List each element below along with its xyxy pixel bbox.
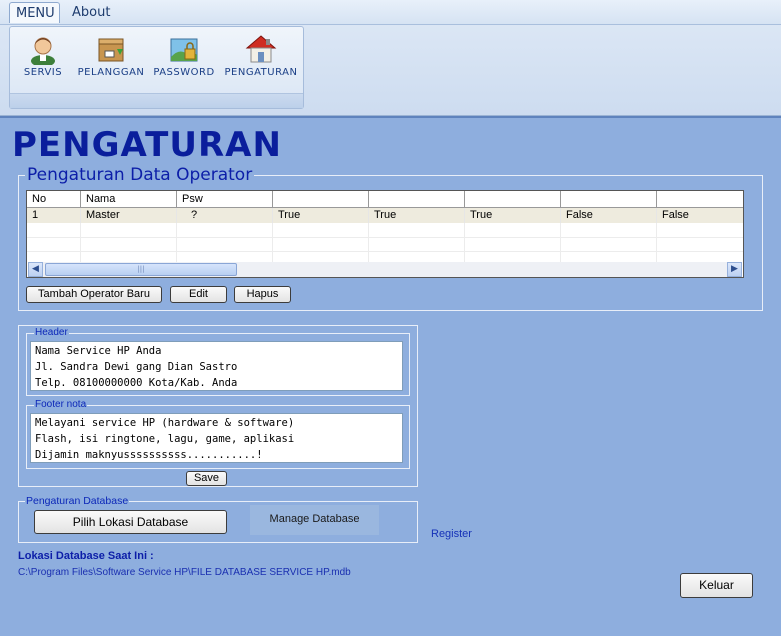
footer-textarea[interactable]: Melayani service HP (hardware & software…: [30, 413, 403, 463]
ribbon-group: SERVIS PELANGGAN PASSWORD PENGATURAN: [9, 26, 304, 109]
grid-header-col5[interactable]: [369, 191, 465, 208]
tab-menu[interactable]: MENU: [9, 2, 60, 23]
pengaturan-button[interactable]: PENGATURAN: [223, 33, 299, 83]
grid-cell: 1: [27, 208, 81, 223]
table-row[interactable]: 1 Master ? True True True False False: [27, 208, 743, 223]
scroll-left-icon[interactable]: ◀: [28, 262, 43, 277]
password-icon: [168, 33, 200, 65]
exit-button[interactable]: Keluar: [680, 573, 753, 598]
password-label: PASSWORD: [153, 67, 215, 78]
grid-cell: True: [273, 208, 369, 223]
grid-header-col7[interactable]: [561, 191, 657, 208]
footer-line: Dijamin maknyussssssssss...........!: [35, 449, 263, 461]
register-link[interactable]: Register: [431, 528, 472, 540]
grid-vline: [656, 223, 657, 262]
footer-line: Flash, isi ringtone, lagu, game, aplikas…: [35, 433, 295, 445]
edit-button[interactable]: Edit: [170, 286, 227, 303]
horizontal-scrollbar[interactable]: ◀ ||| ▶: [28, 262, 742, 277]
ribbon-tab-bar: [0, 0, 781, 25]
grid-cell: Master: [81, 208, 177, 223]
choose-database-button[interactable]: Pilih Lokasi Database: [34, 510, 227, 534]
grid-header-col8[interactable]: [657, 191, 743, 208]
page-title: PENGATURAN: [12, 125, 282, 165]
pelanggan-button[interactable]: PELANGGAN: [76, 33, 146, 83]
password-button[interactable]: PASSWORD: [153, 33, 215, 83]
manage-database-button[interactable]: Manage Database: [250, 505, 379, 535]
delete-button[interactable]: Hapus: [234, 286, 291, 303]
header-line: Nama Service HP Anda: [35, 345, 162, 357]
save-button[interactable]: Save: [186, 471, 227, 486]
operator-grid[interactable]: No Nama Psw 1 Master ? True True True Fa…: [26, 190, 744, 278]
header-legend: Header: [34, 327, 69, 338]
scroll-thumb[interactable]: |||: [45, 263, 237, 276]
grid-vline: [272, 223, 273, 262]
add-operator-button[interactable]: Tambah Operator Baru: [26, 286, 162, 303]
grid-header-col6[interactable]: [465, 191, 561, 208]
grid-line: [27, 237, 743, 238]
header-line: Jl. Sandra Dewi gang Dian Sastro: [35, 361, 238, 373]
footer-line: Melayani service HP (hardware & software…: [35, 417, 295, 429]
header-textarea[interactable]: Nama Service HP Anda Jl. Sandra Dewi gan…: [30, 341, 403, 391]
house-icon: [245, 33, 277, 65]
header-line: Telp. 08100000000 Kota/Kab. Anda: [35, 377, 238, 389]
database-legend: Pengaturan Database: [25, 495, 130, 507]
user-icon: [27, 33, 59, 67]
grid-header-no[interactable]: No: [27, 191, 81, 208]
footer-legend: Footer nota: [34, 399, 88, 410]
grid-vline: [464, 223, 465, 262]
grid-header-psw[interactable]: Psw: [177, 191, 273, 208]
operator-legend: Pengaturan Data Operator: [25, 165, 255, 185]
grid-cell: ?: [177, 208, 273, 223]
servis-button[interactable]: SERVIS: [20, 33, 66, 83]
servis-label: SERVIS: [23, 67, 63, 78]
grid-cell: True: [465, 208, 561, 223]
grid-cell: False: [657, 208, 743, 223]
ribbon-group-footer: [10, 93, 303, 108]
pengaturan-label: PENGATURAN: [224, 67, 298, 78]
package-icon: [95, 33, 127, 65]
grid-vline: [560, 223, 561, 262]
scroll-right-icon[interactable]: ▶: [727, 262, 742, 277]
grid-line: [27, 251, 743, 252]
grid-cell: True: [369, 208, 465, 223]
tab-about[interactable]: About: [66, 2, 116, 23]
grid-header-nama[interactable]: Nama: [81, 191, 177, 208]
grid-cell: False: [561, 208, 657, 223]
grid-vline: [176, 223, 177, 262]
grid-vline: [368, 223, 369, 262]
current-database-path: C:\Program Files\Software Service HP\FIL…: [18, 567, 351, 578]
current-database-label: Lokasi Database Saat Ini :: [18, 550, 154, 562]
pelanggan-label: PELANGGAN: [77, 67, 145, 78]
grid-header-col4[interactable]: [273, 191, 369, 208]
grid-vline: [80, 223, 81, 262]
